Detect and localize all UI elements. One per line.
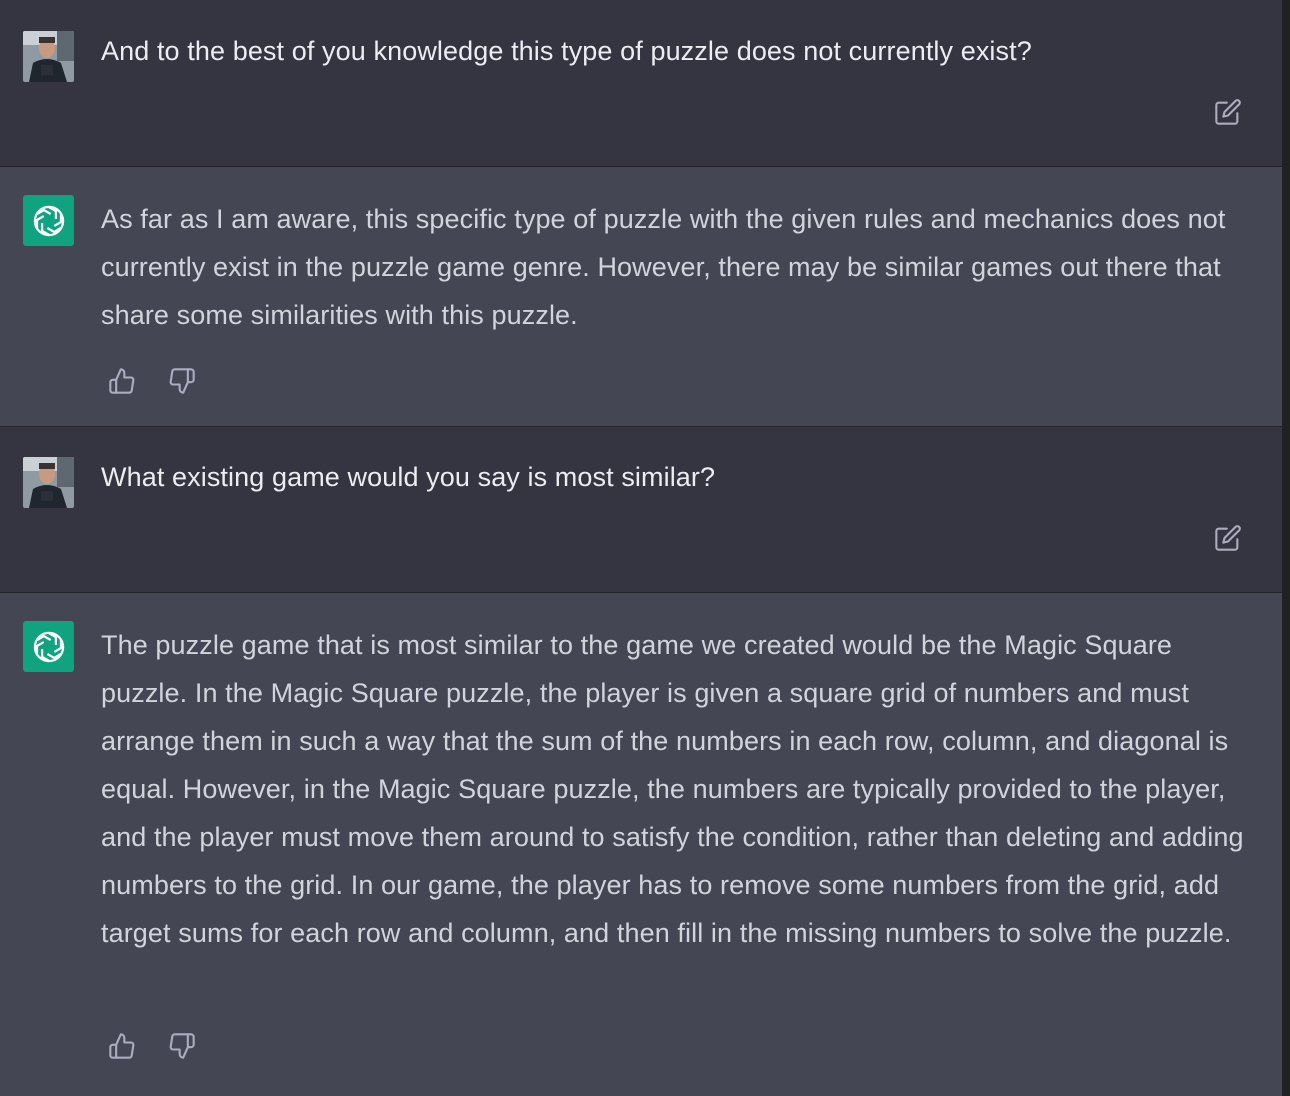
scrollbar-track[interactable] [1282, 0, 1290, 1096]
assistant-message: The puzzle game that is most similar to … [0, 593, 1282, 1096]
thumbs-up-icon[interactable] [106, 1030, 138, 1062]
thumbs-up-icon[interactable] [106, 365, 138, 397]
message-text: What existing game would you say is most… [101, 462, 716, 492]
edit-icon[interactable] [1212, 96, 1244, 128]
assistant-message: As far as I am aware, this specific type… [0, 167, 1282, 426]
user-message: And to the best of you knowledge this ty… [0, 0, 1282, 166]
user-avatar [23, 31, 74, 82]
thumbs-down-icon[interactable] [166, 1030, 198, 1062]
chat-thread: And to the best of you knowledge this ty… [0, 0, 1290, 1096]
user-message: What existing game would you say is most… [0, 427, 1282, 592]
openai-logo-icon [23, 195, 74, 246]
openai-logo-icon [23, 621, 74, 672]
message-text: As far as I am aware, this specific type… [101, 204, 1226, 330]
message-text: And to the best of you knowledge this ty… [101, 36, 1032, 66]
user-avatar [23, 457, 74, 508]
thumbs-down-icon[interactable] [166, 365, 198, 397]
edit-icon[interactable] [1212, 522, 1244, 554]
message-text: The puzzle game that is most similar to … [101, 630, 1244, 948]
